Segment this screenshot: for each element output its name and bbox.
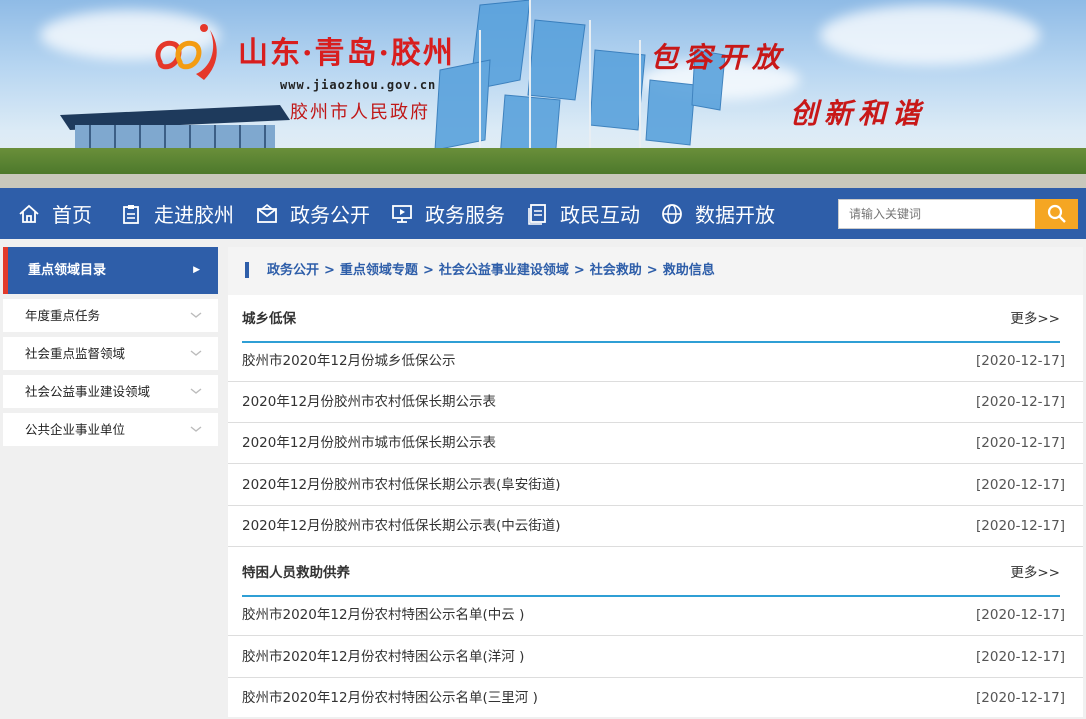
list-item[interactable]: 胶州市2020年12月份农村特困公示名单(三里河 ) [2020-12-17] [228, 678, 1083, 719]
document-icon [528, 203, 546, 225]
nav-item-gov-affairs[interactable]: 政务公开 [256, 188, 370, 239]
nav-label: 数据开放 [695, 203, 775, 227]
item-title[interactable]: 胶州市2020年12月份农村特困公示名单(中云 ) [242, 595, 524, 636]
home-icon [19, 204, 39, 223]
more-link[interactable]: 更多>> [1010, 297, 1060, 341]
more-link[interactable]: 更多>> [1010, 551, 1060, 595]
sidebar-header[interactable]: 重点领域目录 ▶ [3, 247, 218, 294]
item-title[interactable]: 胶州市2020年12月份农村特困公示名单(三里河 ) [242, 678, 538, 719]
item-title[interactable]: 2020年12月份胶州市城市低保长期公示表 [242, 423, 496, 464]
section-title: 城乡低保 [242, 311, 296, 327]
item-date: [2020-12-17] [976, 394, 1065, 410]
cloud [820, 5, 1040, 65]
nav-item-interaction[interactable]: 政民互动 [526, 188, 640, 239]
item-title[interactable]: 胶州市2020年12月份城乡低保公示 [242, 341, 456, 382]
site-title: 山东·青岛·胶州 [238, 36, 455, 71]
breadcrumb-trail: 政务公开 > 重点领域专题 > 社会公益事业建设领域 > 社会救助 > 救助信息 [267, 263, 715, 278]
main-content: 政务公开 > 重点领域专题 > 社会公益事业建设领域 > 社会救助 > 救助信息 城乡低保 更多… [228, 247, 1083, 717]
sidebar: 重点领域目录 ▶ 年度重点任务 社会重点监督领域 社会公益事业建设领域 公共企业… [3, 247, 218, 446]
nav-item-open-data[interactable]: 数据开放 [661, 188, 775, 239]
sidebar-title: 重点领域目录 [28, 263, 107, 278]
section-header: 特困人员救助供养 更多>> [242, 551, 1060, 597]
nav-label: 走进胶州 [154, 203, 234, 227]
item-date: [2020-12-17] [976, 607, 1065, 623]
breadcrumb-current[interactable]: 救助信息 [663, 263, 715, 278]
nav-label: 首页 [52, 203, 92, 227]
breadcrumb-marker [245, 262, 249, 278]
breadcrumb-link[interactable]: 重点领域专题 [340, 263, 418, 278]
nav-label: 政务服务 [425, 203, 505, 227]
slogan-harmony: 创新和谐 [790, 97, 927, 130]
item-title[interactable]: 2020年12月份胶州市农村低保长期公示表 [242, 382, 496, 423]
sidebar-item-public-enterprises[interactable]: 公共企业事业单位 [3, 413, 218, 446]
section-title: 特困人员救助供养 [242, 565, 350, 581]
nav-item-about[interactable]: 走进胶州 [120, 188, 234, 239]
breadcrumb-link[interactable]: 社会救助 [590, 263, 642, 278]
nav-item-home[interactable]: 首页 [18, 188, 92, 239]
slogan-openness: 包容开放 [650, 41, 787, 74]
clipboard-icon [123, 204, 139, 224]
list-item[interactable]: 2020年12月份胶州市农村低保长期公示表(中云街道) [2020-12-17] [228, 506, 1083, 547]
item-date: [2020-12-17] [976, 690, 1065, 706]
sidebar-item-supervision[interactable]: 社会重点监督领域 [3, 337, 218, 370]
breadcrumb-link[interactable]: 社会公益事业建设领域 [439, 263, 569, 278]
government-name: 胶州市人民政府 [290, 102, 430, 123]
sidebar-item-label: 公共企业事业单位 [25, 422, 126, 437]
item-date: [2020-12-17] [976, 518, 1065, 534]
header-banner: 山东·青岛·胶州 www.jiaozhou.gov.cn 胶州市人民政府 包容开… [0, 0, 1086, 188]
item-title[interactable]: 2020年12月份胶州市农村低保长期公示表(阜安街道) [242, 465, 561, 506]
breadcrumb: 政务公开 > 重点领域专题 > 社会公益事业建设领域 > 社会救助 > 救助信息 [228, 247, 1083, 295]
list-item[interactable]: 2020年12月份胶州市农村低保长期公示表 [2020-12-17] [228, 382, 1083, 423]
nav-label: 政务公开 [290, 203, 370, 227]
search-input[interactable] [838, 199, 1036, 229]
mail-icon [257, 203, 277, 223]
item-title[interactable]: 2020年12月份胶州市农村低保长期公示表(中云街道) [242, 506, 561, 547]
sidebar-item-label: 社会公益事业建设领域 [25, 384, 151, 399]
chevron-down-icon [190, 312, 202, 318]
list-item[interactable]: 胶州市2020年12月份农村特困公示名单(中云 ) [2020-12-17] [228, 595, 1083, 636]
nav-label: 政民互动 [560, 203, 640, 227]
breadcrumb-link[interactable]: 政务公开 [267, 263, 319, 278]
site-url: www.jiaozhou.gov.cn [280, 78, 437, 92]
caret-right-icon: ▶ [193, 265, 200, 275]
monitor-icon [392, 204, 412, 223]
sidebar-item-label: 年度重点任务 [25, 308, 101, 323]
sidebar-item-public-welfare[interactable]: 社会公益事业建设领域 [3, 375, 218, 408]
main-nav: 首页 走进胶州 政务公开 政务服务 政民互动 数据开放 [0, 188, 1086, 239]
sail-sculpture-illustration [434, 0, 726, 170]
list-item[interactable]: 胶州市2020年12月份农村特困公示名单(洋河 ) [2020-12-17] [228, 637, 1083, 678]
section-header: 城乡低保 更多>> [242, 297, 1060, 343]
item-date: [2020-12-17] [976, 353, 1065, 369]
list-item[interactable]: 胶州市2020年12月份城乡低保公示 [2020-12-17] [228, 341, 1083, 382]
list-item[interactable]: 2020年12月份胶州市城市低保长期公示表 [2020-12-17] [228, 423, 1083, 464]
item-date: [2020-12-17] [976, 477, 1065, 493]
search-button[interactable] [1035, 199, 1078, 229]
item-date: [2020-12-17] [976, 435, 1065, 451]
chevron-down-icon [190, 388, 202, 394]
chevron-down-icon [190, 350, 202, 356]
city-logo-icon [155, 24, 217, 80]
nav-item-gov-services[interactable]: 政务服务 [391, 188, 505, 239]
list-item[interactable]: 2020年12月份胶州市农村低保长期公示表(阜安街道) [2020-12-17] [228, 465, 1083, 506]
globe-icon [662, 203, 682, 224]
sidebar-item-label: 社会重点监督领域 [25, 346, 126, 361]
chevron-down-icon [190, 426, 202, 432]
item-title[interactable]: 胶州市2020年12月份农村特困公示名单(洋河 ) [242, 637, 524, 678]
road-strip [0, 174, 1086, 188]
sidebar-item-annual-tasks[interactable]: 年度重点任务 [3, 299, 218, 332]
item-date: [2020-12-17] [976, 649, 1065, 665]
search-icon [1047, 204, 1066, 223]
